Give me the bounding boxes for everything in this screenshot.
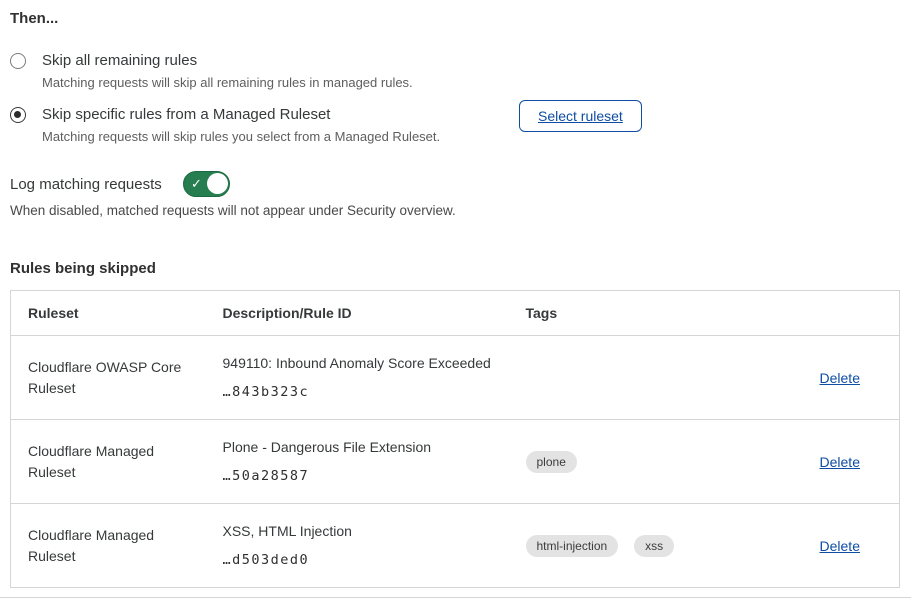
toggle-knob [207, 173, 228, 194]
delete-link[interactable]: Delete [820, 538, 860, 554]
log-matching-requests-description: When disabled, matched requests will not… [10, 203, 456, 218]
delete-link[interactable]: Delete [820, 454, 860, 470]
rule-description: Plone - Dangerous File Extension [223, 437, 499, 457]
ruleset-name: Cloudflare OWASP Core Ruleset [11, 336, 206, 420]
rule-id: …d503ded0 [223, 550, 499, 570]
column-header-actions [774, 291, 900, 336]
radio-skip-specific-rules[interactable] [10, 107, 26, 123]
rules-being-skipped-table: Ruleset Description/Rule ID Tags Cloudfl… [10, 290, 900, 588]
table-header-row: Ruleset Description/Rule ID Tags [11, 291, 900, 336]
column-header-tags: Tags [509, 291, 774, 336]
log-matching-requests-label: Log matching requests [10, 176, 162, 193]
ruleset-name: Cloudflare Managed Ruleset [11, 420, 206, 504]
rule-id: …843b323c [223, 382, 499, 402]
tag-badge: xss [634, 535, 674, 557]
then-heading: Then... [10, 10, 58, 27]
option-description: Matching requests will skip rules you se… [42, 128, 440, 146]
tags-cell: html-injection xss [509, 504, 774, 588]
ruleset-name: Cloudflare Managed Ruleset [11, 504, 206, 588]
option-label[interactable]: Skip all remaining rules [42, 50, 413, 72]
column-header-ruleset: Ruleset [11, 291, 206, 336]
rule-id: …50a28587 [223, 466, 499, 486]
table-row: Cloudflare OWASP Core Ruleset 949110: In… [11, 336, 900, 420]
rules-being-skipped-heading: Rules being skipped [10, 260, 156, 277]
rule-description: XSS, HTML Injection [223, 521, 499, 541]
table-row: Cloudflare Managed Ruleset XSS, HTML Inj… [11, 504, 900, 588]
option-skip-specific-rules: Skip specific rules from a Managed Rules… [10, 104, 440, 146]
radio-skip-all-remaining-rules[interactable] [10, 53, 26, 69]
checkmark-icon: ✓ [191, 175, 202, 192]
option-description: Matching requests will skip all remainin… [42, 74, 413, 92]
log-matching-requests-toggle[interactable]: ✓ [183, 171, 230, 197]
tag-badge: plone [526, 451, 577, 473]
option-label[interactable]: Skip specific rules from a Managed Rules… [42, 104, 440, 126]
table-row: Cloudflare Managed Ruleset Plone - Dange… [11, 420, 900, 504]
delete-link[interactable]: Delete [820, 370, 860, 386]
tags-cell: plone [509, 420, 774, 504]
tags-cell [509, 336, 774, 420]
section-divider [0, 597, 911, 598]
rule-description: 949110: Inbound Anomaly Score Exceeded [223, 353, 499, 373]
select-ruleset-button[interactable]: Select ruleset [519, 100, 642, 132]
option-skip-all-remaining-rules: Skip all remaining rules Matching reques… [10, 50, 413, 92]
waf-exception-config-page: Then... Skip all remaining rules Matchin… [0, 0, 911, 614]
tag-badge: html-injection [526, 535, 619, 557]
column-header-description-rule-id: Description/Rule ID [206, 291, 509, 336]
